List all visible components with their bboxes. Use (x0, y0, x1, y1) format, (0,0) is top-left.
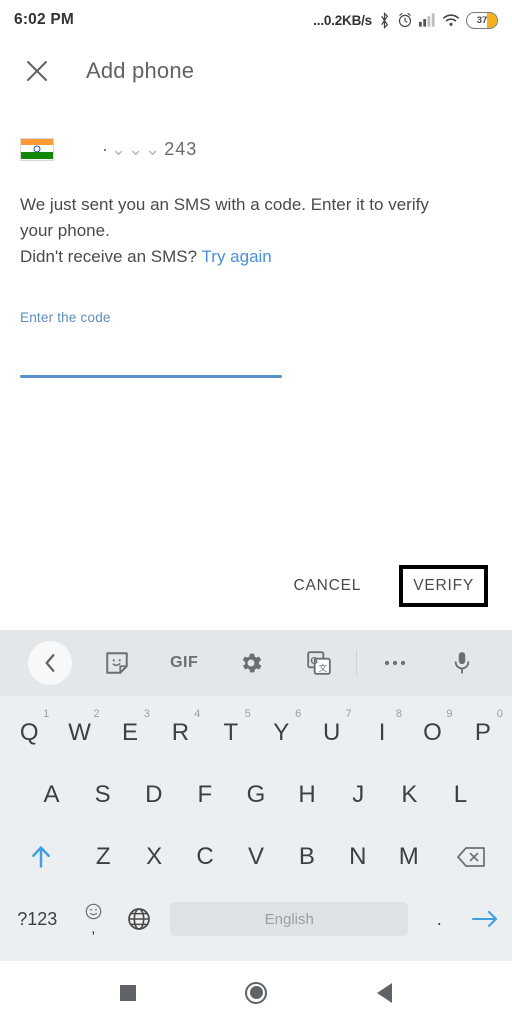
key-x[interactable]: X (129, 826, 180, 888)
close-icon[interactable] (20, 54, 54, 88)
back-chevron-icon[interactable] (16, 630, 83, 696)
action-buttons: CANCEL VERIFY (0, 565, 512, 607)
svg-text:文: 文 (318, 662, 327, 673)
system-navigation-bar (0, 960, 512, 1024)
app-bar: Add phone (0, 40, 512, 102)
message-line-2: your phone. (20, 221, 110, 240)
comma-label: , (91, 919, 96, 937)
message-line-3: Didn't receive an SMS? (20, 247, 198, 266)
india-flag-icon (20, 137, 54, 161)
key-n[interactable]: N (332, 826, 383, 888)
battery-icon: 37 (466, 11, 498, 29)
key-c[interactable]: C (180, 826, 231, 888)
key-u[interactable]: 7U (306, 702, 356, 764)
more-options-icon[interactable] (361, 630, 428, 696)
code-field-group: Enter the code (20, 310, 492, 378)
key-p[interactable]: 0P (458, 702, 508, 764)
try-again-link[interactable]: Try again (202, 247, 272, 266)
sticker-icon[interactable] (83, 630, 150, 696)
key-o[interactable]: 9O (407, 702, 457, 764)
main-content: · ⌄⌄⌄ 243 We just sent you an SMS with a… (0, 134, 512, 378)
page-title: Add phone (86, 58, 195, 83)
key-g[interactable]: G (230, 764, 281, 826)
message-line-1: We just sent you an SMS with a code. Ent… (20, 195, 429, 214)
enter-arrow-icon[interactable] (462, 888, 508, 950)
phone-number-dot: · (102, 138, 109, 159)
spacebar-label: English (264, 910, 314, 928)
phone-number-row: · ⌄⌄⌄ 243 (20, 134, 492, 164)
virtual-keyboard: GIF G 文 1 Q 2 W 3 E 4 R 5 T 6 Y 7 U 8 I … (0, 630, 512, 960)
key-v[interactable]: V (231, 826, 282, 888)
home-circle-icon[interactable] (232, 969, 280, 1017)
key-w[interactable]: 2W (54, 702, 104, 764)
keyboard-row-4: ?123 , English . (0, 888, 512, 950)
key-j[interactable]: J (333, 764, 384, 826)
code-field-underline (20, 375, 282, 378)
microphone-icon[interactable] (429, 630, 496, 696)
key-l[interactable]: L (435, 764, 486, 826)
key-b[interactable]: B (281, 826, 332, 888)
verification-message: We just sent you an SMS with a code. Ent… (20, 192, 480, 270)
network-speed-label: ...0.2KB/s (313, 12, 372, 28)
bluetooth-icon (378, 11, 391, 29)
key-t[interactable]: 5T (206, 702, 256, 764)
phone-number-digits: 243 (164, 138, 198, 159)
wifi-icon (442, 13, 460, 27)
cancel-button[interactable]: CANCEL (280, 567, 376, 605)
alarm-icon (397, 12, 413, 28)
battery-level: 37 (476, 14, 488, 26)
emoji-icon[interactable]: , (70, 888, 116, 950)
code-input[interactable] (20, 339, 282, 375)
backspace-icon[interactable] (434, 826, 508, 888)
key-s[interactable]: S (77, 764, 128, 826)
signal-icon (419, 13, 436, 27)
key-m[interactable]: M (383, 826, 434, 888)
recents-square-icon[interactable] (104, 969, 152, 1017)
status-icons: ...0.2KB/s 37 (313, 11, 498, 29)
phone-number: · ⌄⌄⌄ 243 (102, 139, 197, 160)
key-f[interactable]: F (179, 764, 230, 826)
keyboard-row-2: A S D F G H J K L (0, 764, 512, 826)
spacebar[interactable]: English (162, 888, 416, 950)
period-key[interactable]: . (416, 888, 462, 950)
symbols-key[interactable]: ?123 (4, 888, 70, 950)
status-bar: 6:02 PM ...0.2KB/s 37 (0, 0, 512, 40)
status-time: 6:02 PM (14, 11, 74, 28)
key-e[interactable]: 3E (105, 702, 155, 764)
phone-number-mask: ⌄⌄⌄ (111, 138, 163, 159)
keyboard-toolbar: GIF G 文 (0, 630, 512, 696)
settings-gear-icon[interactable] (218, 630, 285, 696)
shift-arrow-icon[interactable] (4, 826, 78, 888)
keyboard-row-3: Z X C V B N M (0, 826, 512, 888)
key-h[interactable]: H (282, 764, 333, 826)
back-triangle-icon[interactable] (360, 969, 408, 1017)
verify-button[interactable]: VERIFY (403, 569, 484, 603)
toolbar-divider (356, 650, 358, 676)
key-r[interactable]: 4R (155, 702, 205, 764)
key-q[interactable]: 1Q (4, 702, 54, 764)
key-d[interactable]: D (128, 764, 179, 826)
key-k[interactable]: K (384, 764, 435, 826)
language-globe-icon[interactable] (116, 888, 162, 950)
key-y[interactable]: 6Y (256, 702, 306, 764)
keyboard-rows: 1Q 2W 3E 4R 5T 6Y 7U 8I 9O 0P A S D F G … (0, 696, 512, 950)
gif-icon[interactable]: GIF (151, 630, 218, 696)
svg-text:G: G (310, 656, 318, 667)
code-field-label: Enter the code (20, 310, 111, 325)
key-i[interactable]: 8I (357, 702, 407, 764)
key-z[interactable]: Z (78, 826, 129, 888)
key-a[interactable]: A (26, 764, 77, 826)
google-translate-icon[interactable]: G 文 (285, 630, 352, 696)
verify-button-focus-box: VERIFY (399, 565, 488, 607)
keyboard-row-1: 1Q 2W 3E 4R 5T 6Y 7U 8I 9O 0P (0, 702, 512, 764)
